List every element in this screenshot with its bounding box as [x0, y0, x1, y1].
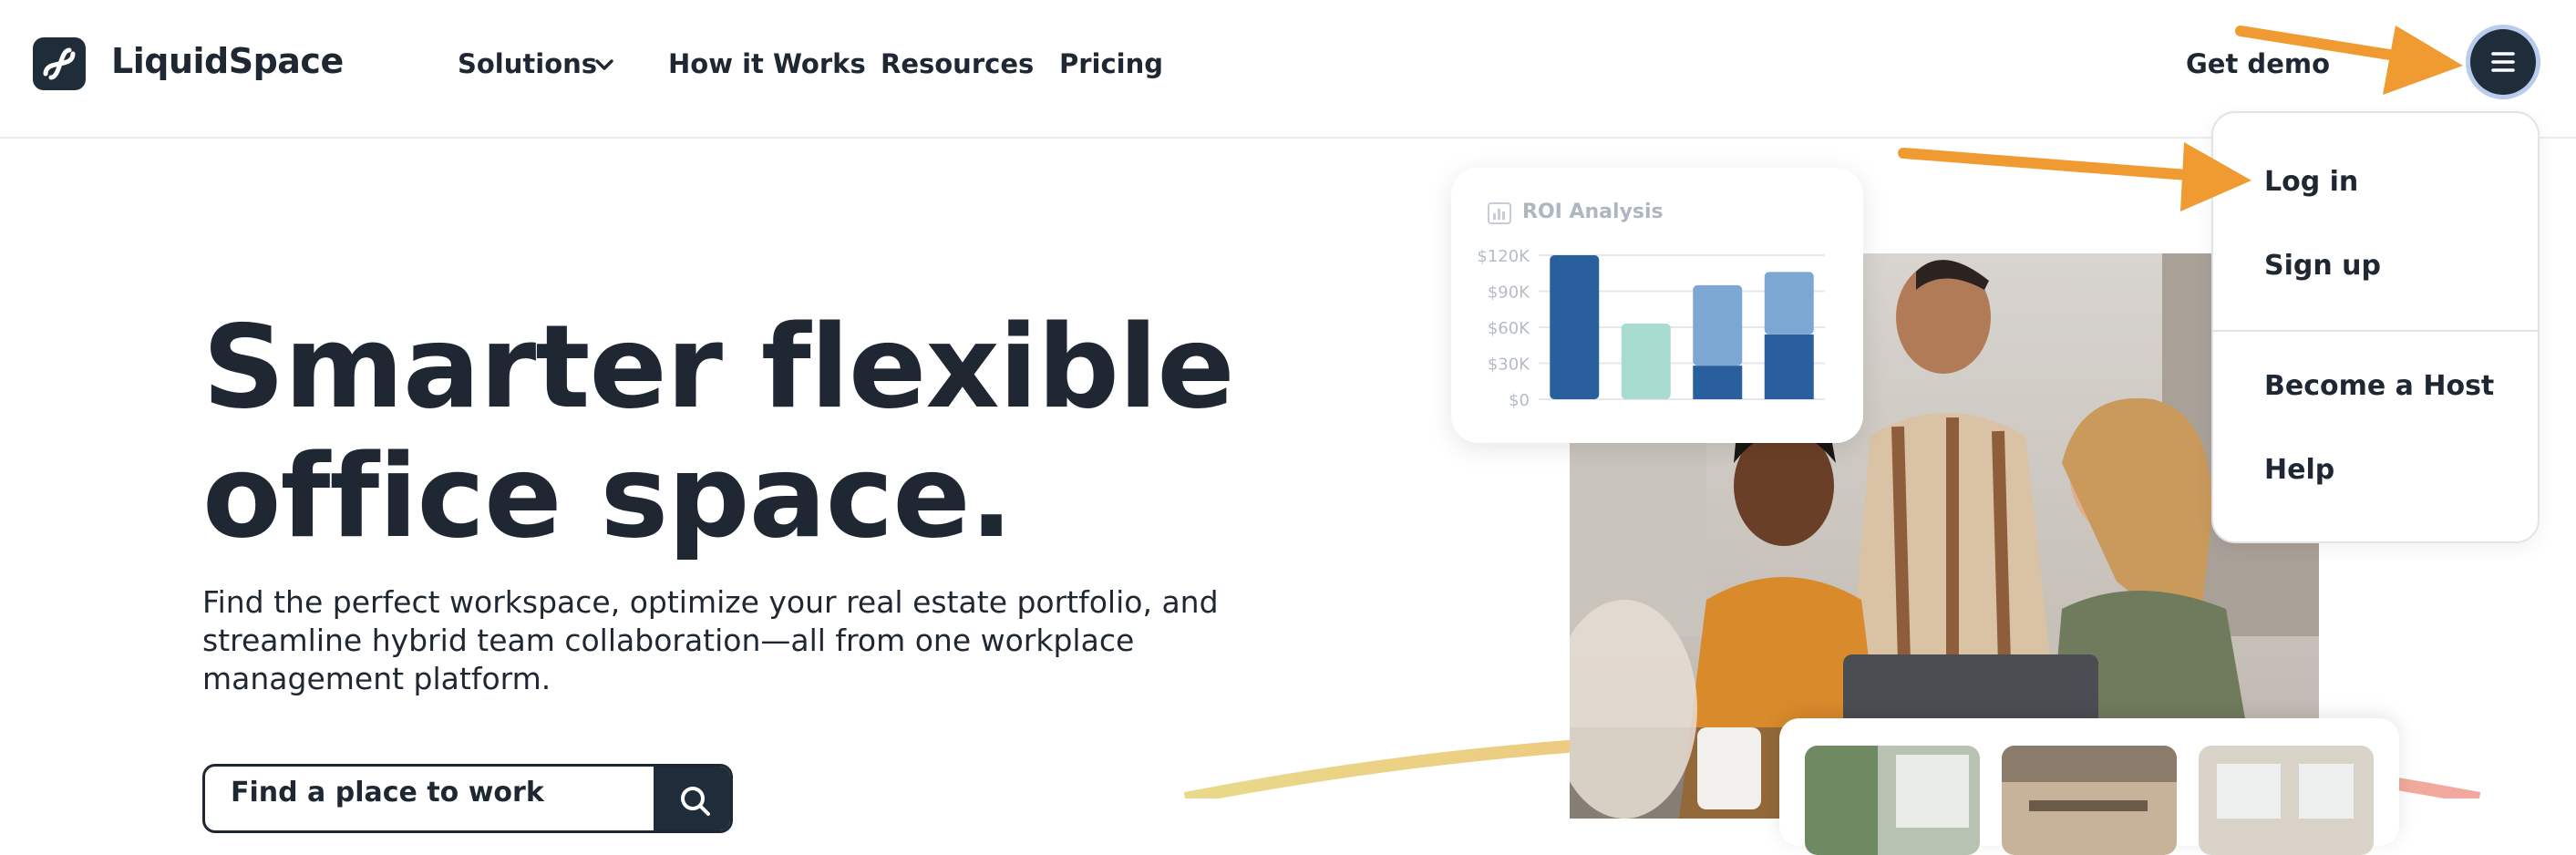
search-input[interactable]: [229, 776, 634, 809]
nav-resources[interactable]: Resources: [881, 48, 1034, 79]
hero-title-line-1: Smarter flexible: [202, 300, 1235, 434]
chart-bar-segment: [1764, 334, 1814, 399]
get-demo-link[interactable]: Get demo: [2186, 48, 2330, 79]
hero-title-line-2: office space.: [202, 429, 1014, 563]
site-header: LiquidSpace Solutions How it Works Resou…: [0, 0, 2576, 139]
user-menu-button[interactable]: [2470, 29, 2536, 95]
y-tick-label: $60K: [1488, 319, 1530, 338]
chart-bar-segment: [1693, 366, 1743, 399]
search-icon: [681, 787, 710, 816]
brand-name[interactable]: LiquidSpace: [111, 41, 344, 81]
chevron-down-icon[interactable]: [592, 53, 616, 77]
workspace-thumbnail[interactable]: [2002, 746, 2177, 855]
nav-solutions[interactable]: Solutions: [458, 48, 597, 79]
chart-bar-segment: [1764, 272, 1814, 335]
y-tick-label: $30K: [1488, 355, 1530, 375]
y-tick-label: $120K: [1477, 247, 1530, 266]
search-button[interactable]: [654, 767, 730, 830]
roi-bar-chart: $120K $90K $60K $30K $0: [1477, 247, 1825, 410]
menu-divider: [2213, 330, 2538, 332]
chart-bar-segment: [1550, 255, 1600, 399]
y-tick-label: $90K: [1488, 283, 1530, 303]
menu-item-log-in[interactable]: Log in: [2264, 166, 2358, 198]
hamburger-menu-icon: [2491, 52, 2515, 72]
hero-subtitle: Find the perfect workspace, optimize you…: [202, 584, 1219, 696]
menu-item-help[interactable]: Help: [2264, 454, 2334, 486]
workspace-thumbnails-card: [1779, 718, 2399, 855]
menu-item-sign-up[interactable]: Sign up: [2264, 250, 2381, 282]
user-menu-dropdown: Log in Sign up Become a Host Help: [2211, 111, 2540, 543]
roi-analysis-card: ROI Analysis $120K $90K $60K $30K $0: [1451, 168, 1863, 443]
hero-title: Smarter flexible office space.: [202, 300, 1235, 563]
chart-bar-segment: [1693, 284, 1743, 366]
liquidspace-logo-icon[interactable]: [33, 37, 86, 90]
workspace-thumbnail[interactable]: [1805, 746, 1980, 855]
workspace-search: [202, 764, 733, 833]
workspace-thumbnail[interactable]: [2199, 746, 2374, 855]
chart-bar-segment: [1621, 324, 1671, 399]
y-tick-label: $0: [1509, 391, 1530, 410]
nav-how-it-works[interactable]: How it Works: [668, 48, 866, 79]
nav-pricing[interactable]: Pricing: [1059, 48, 1163, 79]
menu-item-become-a-host[interactable]: Become a Host: [2264, 370, 2494, 402]
